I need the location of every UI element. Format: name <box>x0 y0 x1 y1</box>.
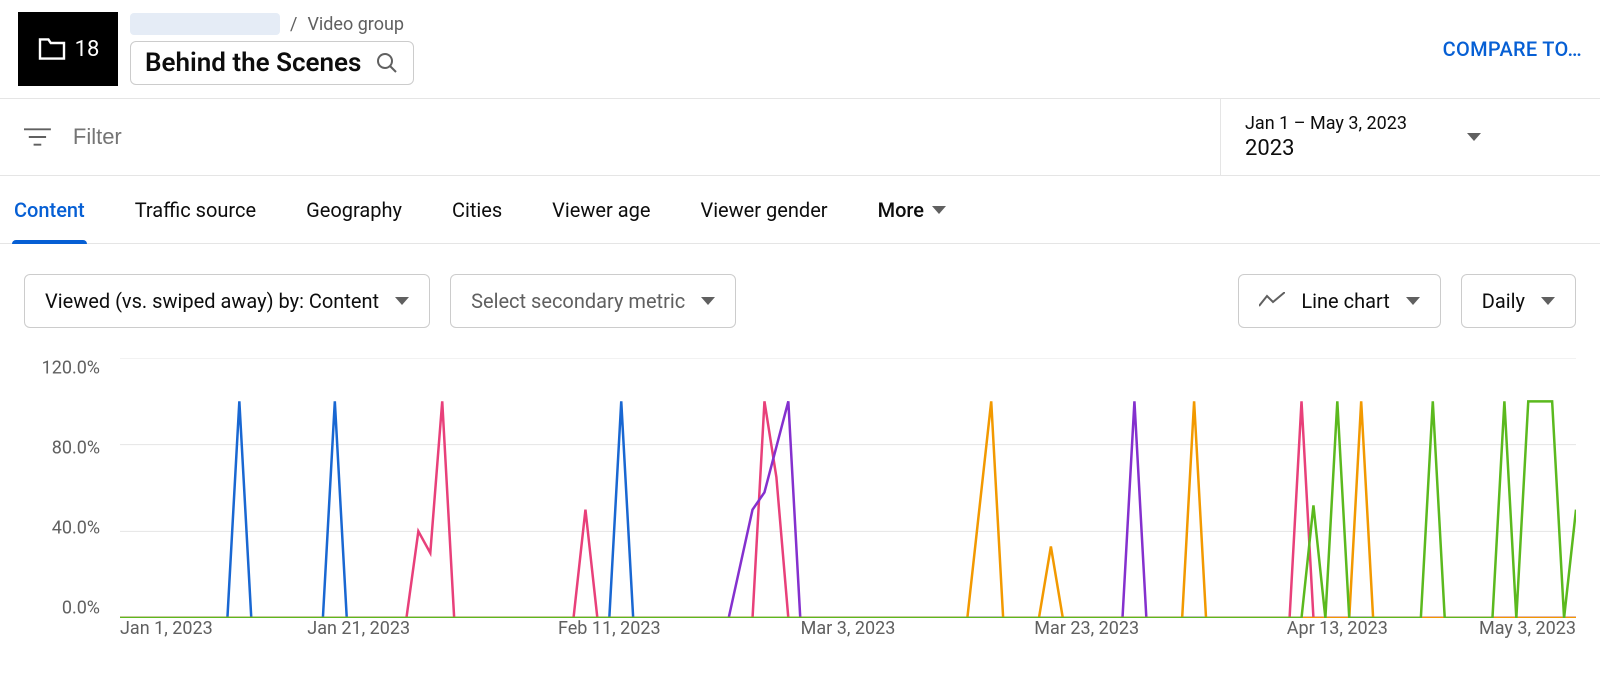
chevron-down-icon <box>395 297 409 305</box>
chevron-down-icon <box>1467 133 1481 141</box>
folder-icon <box>37 37 67 61</box>
chevron-down-icon <box>1406 297 1420 305</box>
group-title: Behind the Scenes <box>145 48 361 78</box>
line-chart-icon <box>1259 292 1285 310</box>
secondary-metric-dropdown[interactable]: Select secondary metric <box>450 274 736 328</box>
x-axis-labels: Jan 1, 2023Jan 21, 2023Feb 11, 2023Mar 3… <box>120 618 1576 648</box>
line-chart: 0.0%40.0%80.0%120.0% <box>24 358 1576 618</box>
chart-svg <box>120 358 1576 618</box>
secondary-metric-label: Select secondary metric <box>471 289 685 313</box>
breadcrumb-parent[interactable] <box>130 13 280 35</box>
tab-traffic-source[interactable]: Traffic source <box>133 176 258 243</box>
date-preset-label: 2023 <box>1245 136 1407 161</box>
date-range-picker[interactable]: Jan 1 – May 3, 2023 2023 <box>1220 99 1600 175</box>
granularity-label: Daily <box>1482 289 1525 313</box>
primary-metric-label: Viewed (vs. swiped away) by: Content <box>45 289 379 313</box>
tab-viewer-gender[interactable]: Viewer gender <box>698 176 829 243</box>
breadcrumb-sep: / <box>290 14 297 35</box>
tab-more[interactable]: More <box>876 176 948 243</box>
group-title-picker[interactable]: Behind the Scenes <box>130 41 414 85</box>
granularity-dropdown[interactable]: Daily <box>1461 274 1576 328</box>
tab-viewer-age[interactable]: Viewer age <box>550 176 652 243</box>
breadcrumb-current: Video group <box>307 14 404 35</box>
filter-icon <box>24 127 51 147</box>
filter-input[interactable] <box>71 123 1196 151</box>
chevron-down-icon <box>932 206 946 214</box>
chart-type-label: Line chart <box>1301 289 1389 313</box>
tab-content[interactable]: Content <box>12 176 87 243</box>
chart-type-dropdown[interactable]: Line chart <box>1238 274 1440 328</box>
group-count: 18 <box>75 37 100 62</box>
tab-geography[interactable]: Geography <box>304 176 404 243</box>
chevron-down-icon <box>1541 297 1555 305</box>
tabs: Content Traffic source Geography Cities … <box>0 176 1600 244</box>
chevron-down-icon <box>701 297 715 305</box>
tab-cities[interactable]: Cities <box>450 176 504 243</box>
compare-to-button[interactable]: COMPARE TO… <box>1443 37 1582 61</box>
date-range-label: Jan 1 – May 3, 2023 <box>1245 113 1407 134</box>
primary-metric-dropdown[interactable]: Viewed (vs. swiped away) by: Content <box>24 274 430 328</box>
group-thumbnail[interactable]: 18 <box>18 12 118 86</box>
search-icon <box>375 51 399 75</box>
y-axis-labels: 0.0%40.0%80.0%120.0% <box>24 358 120 618</box>
